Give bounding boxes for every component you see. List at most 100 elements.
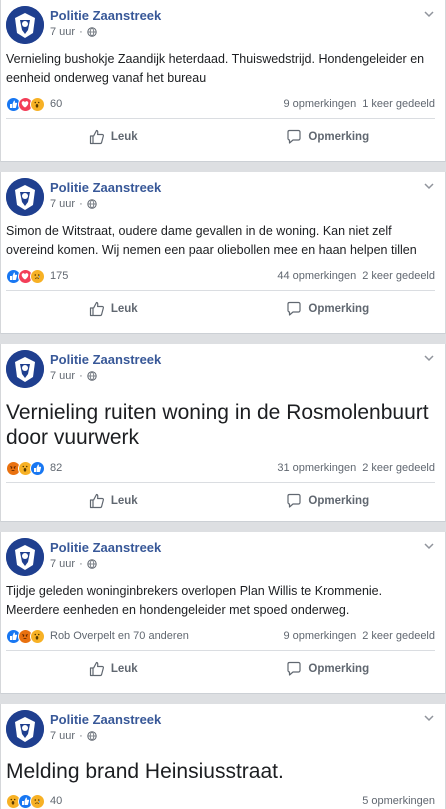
comment-count-link[interactable]: 5 opmerkingen xyxy=(362,795,435,807)
like-button[interactable]: Leuk xyxy=(6,661,221,677)
post-separator xyxy=(0,694,446,704)
post-text: Melding brand Heinsiusstraat. xyxy=(6,760,284,783)
chevron-down-icon[interactable] xyxy=(423,180,435,192)
post-meta: 7 uur · xyxy=(50,198,97,210)
reaction-count: 82 xyxy=(50,462,63,474)
stats-right: 9 opmerkingen 2 keer gedeeld xyxy=(283,630,435,642)
avatar[interactable] xyxy=(6,6,44,44)
post-time[interactable]: 7 uur xyxy=(50,26,75,38)
reaction-count: Rob Overpelt en 70 anderen xyxy=(50,630,189,642)
post-time[interactable]: 7 uur xyxy=(50,198,75,210)
comment-count-link[interactable]: 44 opmerkingen xyxy=(277,270,356,282)
post-separator xyxy=(0,162,446,172)
chevron-down-icon[interactable] xyxy=(423,8,435,20)
reactions-summary[interactable]: 175 xyxy=(6,268,69,284)
comment-icon xyxy=(287,301,301,316)
police-logo-icon xyxy=(6,178,44,216)
share-count-link[interactable]: 2 keer gedeeld xyxy=(362,270,435,282)
news-feed: Politie Zaanstreek 7 uur · Vernieling bu… xyxy=(0,0,446,809)
post-actions: Leuk Opmerking xyxy=(6,290,435,326)
feed-post: Politie Zaanstreek 7 uur · Vernieling ru… xyxy=(0,344,446,522)
reactions-summary[interactable]: 60 xyxy=(6,96,63,112)
reaction-count: 60 xyxy=(50,98,63,110)
feed-post: Politie Zaanstreek 7 uur · Simon de Wits… xyxy=(0,172,446,334)
like-button[interactable]: Leuk xyxy=(6,301,221,317)
chevron-down-icon[interactable] xyxy=(423,352,435,364)
police-logo-icon xyxy=(6,538,44,576)
globe-icon xyxy=(87,731,97,741)
stats-right: 9 opmerkingen 1 keer gedeeld xyxy=(283,98,435,110)
post-time[interactable]: 7 uur xyxy=(50,730,75,742)
post-meta: 7 uur · xyxy=(50,370,97,382)
reaction-count: 175 xyxy=(50,270,69,282)
post-stats: 82 31 opmerkingen 2 keer gedeeld xyxy=(1,454,445,482)
comment-count-link[interactable]: 9 opmerkingen xyxy=(283,98,356,110)
page-name-link[interactable]: Politie Zaanstreek xyxy=(50,540,161,555)
post-meta: 7 uur · xyxy=(50,730,97,742)
reactions-summary[interactable]: 40 xyxy=(6,793,63,809)
thumbs-up-icon xyxy=(89,661,104,676)
page-name-link[interactable]: Politie Zaanstreek xyxy=(50,712,161,727)
sad-reaction-icon xyxy=(30,268,45,284)
post-stats: 175 44 opmerkingen 2 keer gedeeld xyxy=(1,262,445,290)
post-header: Politie Zaanstreek 7 uur · xyxy=(1,0,445,50)
share-count-link[interactable]: 2 keer gedeeld xyxy=(362,630,435,642)
comment-count-link[interactable]: 9 opmerkingen xyxy=(283,630,356,642)
comment-label: Opmerking xyxy=(308,494,370,507)
like-button[interactable]: Leuk xyxy=(6,129,221,145)
comment-label: Opmerking xyxy=(308,662,370,675)
feed-post: Politie Zaanstreek 7 uur · Vernieling bu… xyxy=(0,0,446,162)
chevron-down-icon[interactable] xyxy=(423,540,435,552)
comment-button[interactable]: Opmerking xyxy=(221,661,436,677)
post-header: Politie Zaanstreek 7 uur · xyxy=(1,172,445,222)
globe-icon xyxy=(87,559,97,569)
post-actions: Leuk Opmerking xyxy=(6,482,435,518)
thumbs-up-icon xyxy=(89,129,104,144)
police-logo-icon xyxy=(6,710,44,748)
feed-post: Politie Zaanstreek 7 uur · Melding brand… xyxy=(0,704,446,809)
post-stats: 60 9 opmerkingen 1 keer gedeeld xyxy=(1,90,445,118)
globe-icon xyxy=(87,371,97,381)
comment-icon xyxy=(287,129,301,144)
reactions-summary[interactable]: Rob Overpelt en 70 anderen xyxy=(6,628,189,644)
avatar[interactable] xyxy=(6,350,44,388)
comment-label: Opmerking xyxy=(308,302,370,315)
post-stats: 40 5 opmerkingen xyxy=(1,787,445,809)
reactions-summary[interactable]: 82 xyxy=(6,460,63,476)
page-name-link[interactable]: Politie Zaanstreek xyxy=(50,8,161,23)
post-actions: Leuk Opmerking xyxy=(6,650,435,686)
avatar[interactable] xyxy=(6,710,44,748)
post-header: Politie Zaanstreek 7 uur · xyxy=(1,704,445,754)
comment-button[interactable]: Opmerking xyxy=(221,493,436,509)
post-time[interactable]: 7 uur xyxy=(50,370,75,382)
avatar[interactable] xyxy=(6,538,44,576)
globe-icon xyxy=(87,27,97,37)
like-label: Leuk xyxy=(110,662,138,675)
comment-icon xyxy=(287,493,301,508)
comment-button[interactable]: Opmerking xyxy=(221,129,436,145)
comment-count-link[interactable]: 31 opmerkingen xyxy=(277,462,356,474)
stats-right: 44 opmerkingen 2 keer gedeeld xyxy=(277,270,435,282)
post-text: Vernieling ruiten woning in de Rosmolenb… xyxy=(6,401,429,449)
reaction-count: 40 xyxy=(50,795,63,807)
post-time[interactable]: 7 uur xyxy=(50,558,75,570)
avatar[interactable] xyxy=(6,178,44,216)
post-text: Simon de Witstraat, oudere dame gevallen… xyxy=(6,224,417,257)
post-actions: Leuk Opmerking xyxy=(6,118,435,154)
page-name-link[interactable]: Politie Zaanstreek xyxy=(50,180,161,195)
wow-reaction-icon xyxy=(30,96,45,112)
chevron-down-icon[interactable] xyxy=(423,712,435,724)
sad-reaction-icon xyxy=(30,793,45,809)
comment-button[interactable]: Opmerking xyxy=(221,301,436,317)
like-button[interactable]: Leuk xyxy=(6,493,221,509)
share-count-link[interactable]: 1 keer gedeeld xyxy=(362,98,435,110)
stats-right: 31 opmerkingen 2 keer gedeeld xyxy=(277,462,435,474)
like-label: Leuk xyxy=(110,494,138,507)
comment-icon xyxy=(287,661,301,676)
globe-icon xyxy=(87,199,97,209)
like-label: Leuk xyxy=(110,130,138,143)
like-label: Leuk xyxy=(110,302,138,315)
thumbs-up-icon xyxy=(89,301,104,316)
page-name-link[interactable]: Politie Zaanstreek xyxy=(50,352,161,367)
share-count-link[interactable]: 2 keer gedeeld xyxy=(362,462,435,474)
